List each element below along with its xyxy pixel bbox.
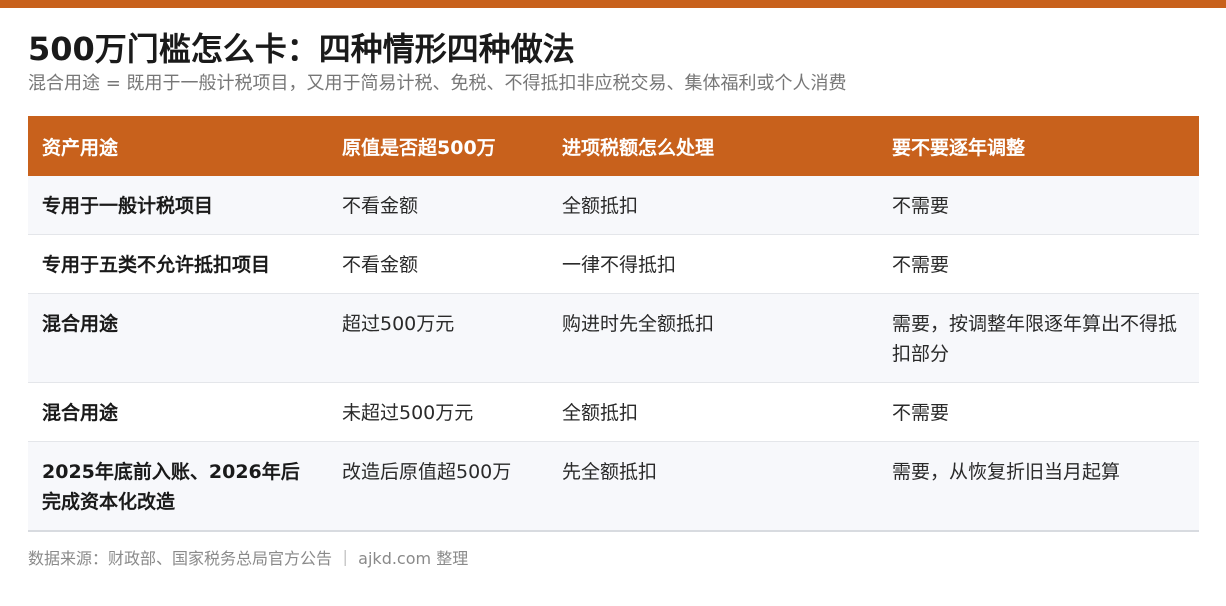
table-row: 专用于五类不允许抵扣项目 不看金额 一律不得抵扣 不需要 xyxy=(28,234,1199,294)
header-asset-usage: 资产用途 xyxy=(42,136,119,159)
cell-over-threshold: 不看金额 xyxy=(328,234,548,294)
cell-input-tax-treatment: 全额抵扣 xyxy=(548,176,878,235)
table-row: 混合用途 超过500万元 购进时先全额抵扣 需要，按调整年限逐年算出不得抵扣部分 xyxy=(28,293,1199,383)
cell-over-threshold: 超过500万元 xyxy=(328,293,548,383)
cell-asset-usage: 混合用途 xyxy=(28,382,328,442)
header-annual-adjustment: 要不要逐年调整 xyxy=(892,136,1026,159)
cell-input-tax-treatment: 一律不得抵扣 xyxy=(548,234,878,294)
cell-input-tax-treatment: 先全额抵扣 xyxy=(548,441,878,532)
cell-asset-usage: 混合用途 xyxy=(28,293,328,383)
top-accent-bar xyxy=(0,0,1226,8)
cell-input-tax-treatment: 全额抵扣 xyxy=(548,382,878,442)
cell-asset-usage: 2025年底前入账、2026年后完成资本化改造 xyxy=(28,441,328,532)
cell-input-tax-treatment: 购进时先全额抵扣 xyxy=(548,293,878,383)
header-input-tax-treatment: 进项税额怎么处理 xyxy=(562,136,715,159)
table-row: 2025年底前入账、2026年后完成资本化改造 改造后原值超500万 先全额抵扣… xyxy=(28,441,1199,532)
table-row: 专用于一般计税项目 不看金额 全额抵扣 不需要 xyxy=(28,176,1199,235)
page-subtitle: 混合用途 = 既用于一般计税项目，又用于简易计税、免税、不得抵扣非应税交易、集体… xyxy=(28,73,847,94)
cell-asset-usage: 专用于一般计税项目 xyxy=(28,176,328,235)
header-over-threshold: 原值是否超500万 xyxy=(342,136,496,159)
page-title: 500万门槛怎么卡：四种情形四种做法 xyxy=(28,30,575,68)
comparison-table: 资产用途 原值是否超500万 进项税额怎么处理 要不要逐年调整 专用于一般计税项… xyxy=(28,116,1199,532)
table-row: 混合用途 未超过500万元 全额抵扣 不需要 xyxy=(28,382,1199,442)
cell-annual-adjustment: 需要，从恢复折旧当月起算 xyxy=(878,441,1199,532)
cell-over-threshold: 不看金额 xyxy=(328,176,548,235)
cell-annual-adjustment: 需要，按调整年限逐年算出不得抵扣部分 xyxy=(878,293,1199,383)
cell-asset-usage: 专用于五类不允许抵扣项目 xyxy=(28,234,328,294)
cell-over-threshold: 未超过500万元 xyxy=(328,382,548,442)
cell-annual-adjustment: 不需要 xyxy=(878,176,1199,235)
cell-annual-adjustment: 不需要 xyxy=(878,382,1199,442)
source-footer: 数据来源：财政部、国家税务总局官方公告 ｜ ajkd.com 整理 xyxy=(28,549,469,568)
cell-annual-adjustment: 不需要 xyxy=(878,234,1199,294)
cell-over-threshold: 改造后原值超500万 xyxy=(328,441,548,532)
table-header-row: 资产用途 原值是否超500万 进项税额怎么处理 要不要逐年调整 xyxy=(28,116,1199,176)
